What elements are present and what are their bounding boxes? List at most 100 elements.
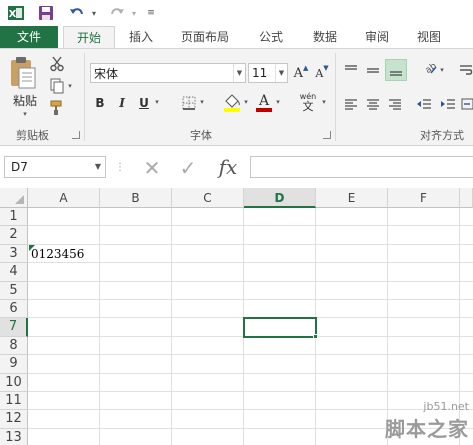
borders-icon[interactable] — [180, 93, 198, 113]
column-header-b[interactable]: B — [100, 188, 172, 208]
undo-icon[interactable] — [66, 3, 88, 23]
font-name-dropdown-icon[interactable]: ▼ — [233, 64, 245, 82]
watermark-text: 脚本之家 — [385, 417, 469, 441]
row-header-10[interactable]: 10 — [0, 373, 28, 392]
fill-handle[interactable] — [313, 333, 318, 339]
tab-view[interactable]: 视图 — [408, 26, 450, 48]
tab-review[interactable]: 审阅 — [356, 26, 398, 48]
underline-dropdown-icon[interactable]: ▾ — [153, 95, 161, 109]
align-top-icon[interactable] — [342, 61, 360, 79]
group-divider — [335, 53, 336, 141]
error-indicator-icon[interactable] — [29, 244, 35, 251]
column-header-e[interactable]: E — [316, 188, 388, 208]
column-header-d[interactable]: D — [244, 188, 316, 208]
gridline-horizontal — [28, 299, 473, 300]
gridline-horizontal — [28, 372, 473, 374]
underline-button[interactable]: U — [137, 93, 151, 113]
row-header-2[interactable]: 2 — [0, 226, 28, 245]
column-header-c[interactable]: C — [172, 188, 244, 208]
save-icon[interactable] — [36, 3, 56, 23]
name-box-value: D7 — [11, 160, 28, 174]
cancel-icon[interactable]: ✕ — [138, 156, 166, 180]
italic-button[interactable]: I — [115, 93, 129, 113]
gridline-horizontal — [28, 262, 473, 264]
tab-data[interactable]: 数据 — [304, 26, 346, 48]
redo-dropdown-icon[interactable]: ▾ — [128, 3, 140, 23]
paste-icon[interactable] — [8, 55, 38, 91]
bold-button[interactable]: B — [93, 93, 107, 113]
row-header-3[interactable]: 3 — [0, 244, 28, 264]
font-color-dropdown-icon[interactable]: ▾ — [274, 95, 282, 109]
font-name-value: 宋体 — [94, 66, 119, 81]
redo-icon[interactable] — [106, 3, 128, 23]
select-all-button[interactable] — [0, 188, 28, 208]
fill-color-icon[interactable] — [222, 91, 242, 113]
row-header-8[interactable]: 8 — [0, 336, 28, 356]
customize-qat-icon[interactable]: ≡ — [144, 3, 158, 23]
name-box[interactable]: D7 ▼ — [4, 156, 106, 178]
excel-logo-icon: X — [6, 3, 26, 23]
copy-icon[interactable] — [48, 77, 66, 95]
tab-formulas[interactable]: 公式 — [250, 26, 292, 48]
row-header-9[interactable]: 9 — [0, 355, 28, 374]
copy-dropdown-icon[interactable]: ▾ — [66, 81, 74, 91]
tab-file[interactable]: 文件 — [0, 26, 58, 48]
row-header-7[interactable]: 7 — [0, 318, 28, 337]
paste-label: 粘贴 — [12, 93, 37, 108]
clipboard-launcher-icon[interactable] — [72, 131, 80, 139]
row-header-13[interactable]: 13 — [0, 428, 28, 445]
alignment-group-label: 对齐方式 — [420, 129, 464, 142]
group-divider — [84, 53, 85, 141]
cell-a3[interactable]: 0123456 — [31, 247, 84, 261]
borders-dropdown-icon[interactable]: ▾ — [198, 95, 206, 109]
increase-font-size-icon[interactable]: A ▲ — [292, 63, 310, 83]
align-middle-icon[interactable] — [364, 61, 382, 79]
row-header-12[interactable]: 12 — [0, 410, 28, 429]
column-header-a[interactable]: A — [28, 188, 100, 208]
quick-access-toolbar: X ▾ ▾ ≡ — [0, 0, 473, 26]
format-painter-icon[interactable] — [48, 99, 66, 117]
align-bottom-icon[interactable] — [385, 59, 407, 81]
wrap-text-icon[interactable] — [458, 61, 473, 79]
increase-indent-icon[interactable] — [438, 95, 458, 113]
name-box-dropdown-icon[interactable]: ▼ — [95, 157, 101, 177]
paste-dropdown-icon[interactable]: ▾ — [18, 109, 32, 119]
fill-color-dropdown-icon[interactable]: ▾ — [242, 95, 250, 109]
font-size-combo[interactable]: 11 ▼ — [248, 63, 288, 83]
font-size-value: 11 — [252, 66, 268, 80]
tab-insert[interactable]: 插入 — [120, 26, 162, 48]
tab-home[interactable]: 开始 — [63, 26, 115, 49]
tab-page-layout[interactable]: 页面布局 — [172, 26, 238, 48]
font-size-dropdown-icon[interactable]: ▼ — [275, 64, 287, 82]
active-cell-selection[interactable] — [243, 317, 317, 338]
paste-button[interactable]: 粘贴 — [10, 93, 40, 108]
font-color-icon[interactable]: A — [254, 91, 274, 113]
column-header-partial[interactable] — [460, 188, 473, 208]
font-name-combo[interactable]: 宋体 ▼ — [90, 63, 246, 83]
undo-dropdown-icon[interactable]: ▾ — [88, 3, 100, 23]
orientation-icon[interactable]: ab — [418, 61, 438, 79]
orientation-dropdown-icon[interactable]: ▾ — [438, 63, 446, 77]
insert-function-button[interactable]: fx — [212, 155, 244, 179]
font-launcher-icon[interactable] — [323, 131, 331, 139]
row-header-5[interactable]: 5 — [0, 281, 28, 300]
merge-center-icon[interactable] — [460, 95, 473, 113]
cut-icon[interactable] — [48, 55, 66, 73]
decrease-font-size-icon[interactable]: A ▼ — [313, 63, 331, 83]
decrease-indent-icon[interactable] — [414, 95, 434, 113]
enter-icon[interactable]: ✓ — [174, 156, 202, 180]
column-header-f[interactable]: F — [388, 188, 460, 208]
phonetic-guide-icon[interactable]: wén 文 — [296, 89, 320, 115]
row-header-6[interactable]: 6 — [0, 300, 28, 319]
gridline-horizontal — [28, 225, 473, 227]
align-right-icon[interactable] — [386, 95, 404, 113]
ribbon-home: 粘贴 ▾ ▾ 剪贴板 宋体 ▼ 11 ▼ A ▲ A ▼ B I U ▾ ▾ ▾ A… — [0, 48, 473, 146]
align-left-icon[interactable] — [342, 95, 360, 113]
phonetic-dropdown-icon[interactable]: ▾ — [320, 95, 328, 109]
formula-input[interactable] — [250, 156, 473, 178]
align-center-icon[interactable] — [364, 95, 382, 113]
row-header-1[interactable]: 1 — [0, 208, 28, 227]
row-header-11[interactable]: 11 — [0, 392, 28, 411]
gridline-horizontal — [28, 243, 473, 245]
row-header-4[interactable]: 4 — [0, 263, 28, 282]
